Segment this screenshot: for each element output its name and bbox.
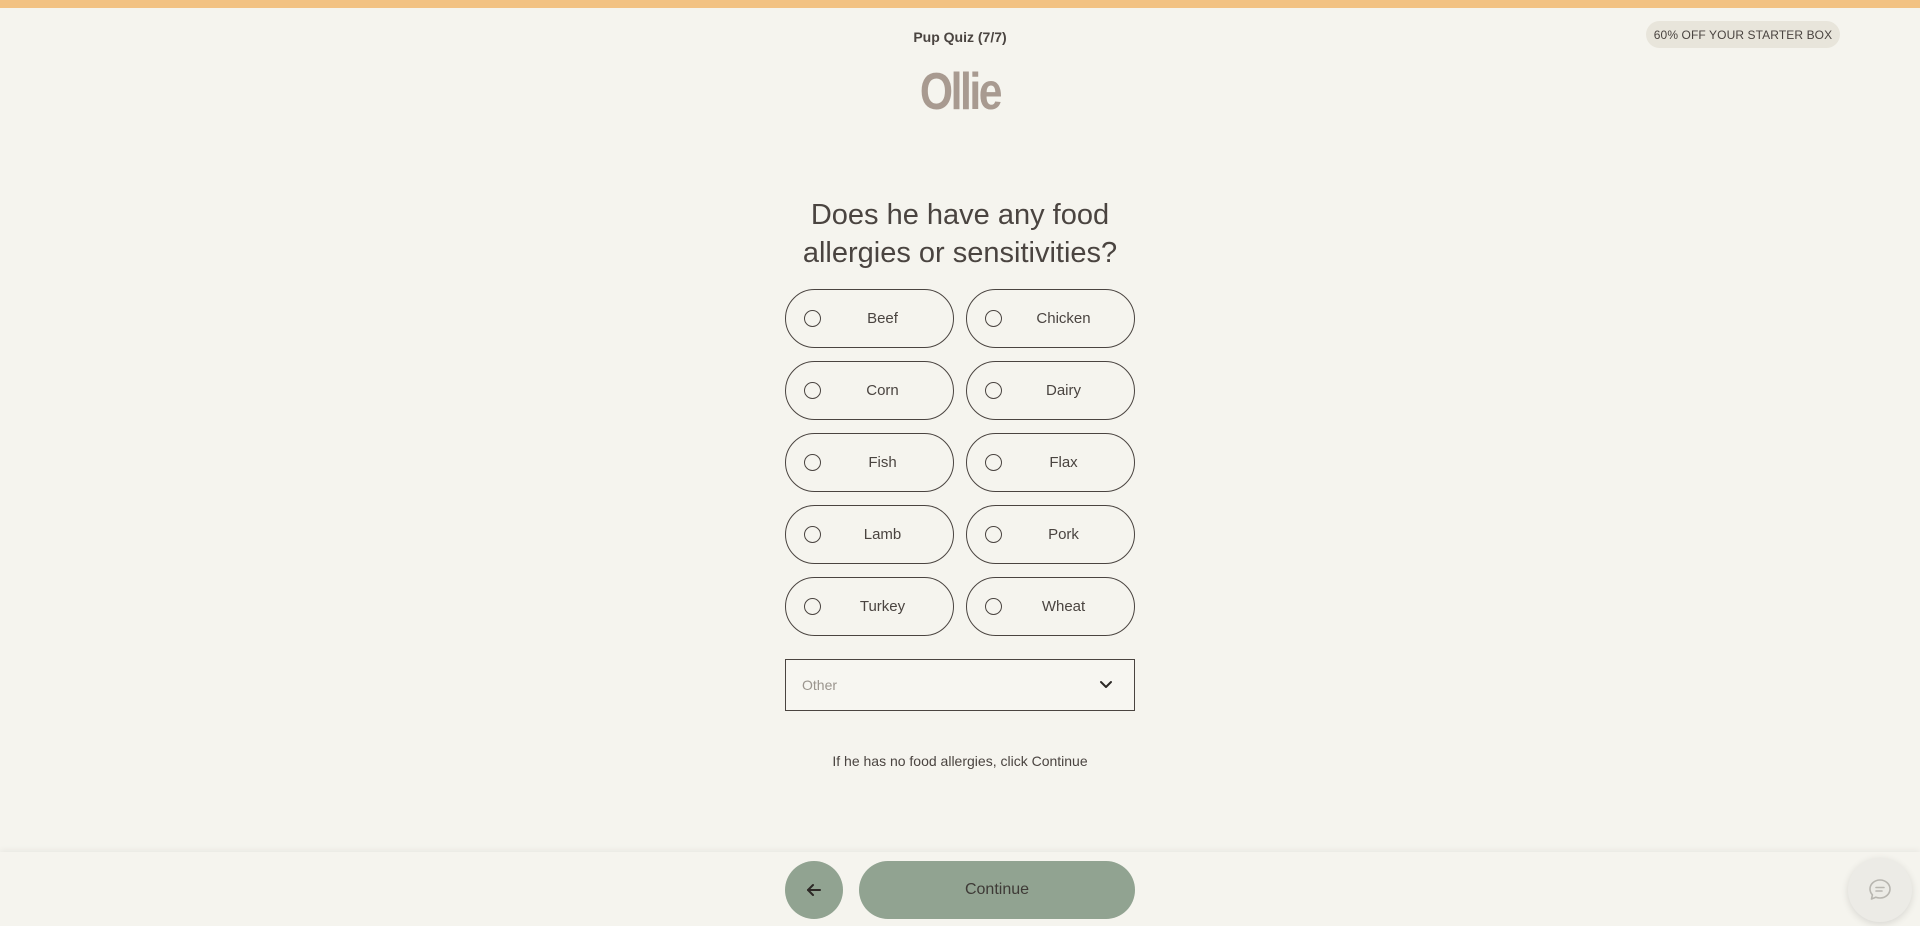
promo-badge[interactable]: 60% OFF YOUR STARTER BOX xyxy=(1646,21,1840,48)
chat-widget-button[interactable] xyxy=(1848,858,1912,922)
other-select-placeholder: Other xyxy=(802,677,838,693)
radio-circle-icon[interactable] xyxy=(985,598,1002,615)
option-lamb[interactable]: Lamb xyxy=(785,505,954,564)
option-fish[interactable]: Fish xyxy=(785,433,954,492)
question-title: Does he have any food allergies or sensi… xyxy=(802,199,1118,269)
chevron-down-icon xyxy=(1100,681,1112,688)
option-pork[interactable]: Pork xyxy=(966,505,1135,564)
radio-circle-icon[interactable] xyxy=(804,526,821,543)
option-dairy[interactable]: Dairy xyxy=(966,361,1135,420)
option-turkey[interactable]: Turkey xyxy=(785,577,954,636)
brand-logo[interactable]: Ollie xyxy=(173,62,1747,122)
quiz-progress-label: Pup Quiz (7/7) xyxy=(913,29,1007,45)
chat-bubble-icon xyxy=(1869,879,1891,900)
no-allergy-hint: If he has no food allergies, click Conti… xyxy=(832,753,1088,769)
radio-circle-icon[interactable] xyxy=(985,454,1002,471)
option-flax[interactable]: Flax xyxy=(966,433,1135,492)
option-beef[interactable]: Beef xyxy=(785,289,954,348)
top-accent-stripe xyxy=(0,0,1920,8)
radio-circle-icon[interactable] xyxy=(985,310,1002,327)
option-wheat[interactable]: Wheat xyxy=(966,577,1135,636)
back-button[interactable] xyxy=(785,861,843,919)
radio-circle-icon[interactable] xyxy=(804,454,821,471)
radio-circle-icon[interactable] xyxy=(804,382,821,399)
other-allergy-select[interactable]: Other xyxy=(785,659,1135,711)
arrow-left-icon xyxy=(807,884,821,896)
radio-circle-icon[interactable] xyxy=(985,526,1002,543)
continue-button[interactable]: Continue xyxy=(859,861,1135,919)
radio-circle-icon[interactable] xyxy=(985,382,1002,399)
radio-circle-icon[interactable] xyxy=(804,598,821,615)
radio-circle-icon[interactable] xyxy=(804,310,821,327)
option-chicken[interactable]: Chicken xyxy=(966,289,1135,348)
option-corn[interactable]: Corn xyxy=(785,361,954,420)
